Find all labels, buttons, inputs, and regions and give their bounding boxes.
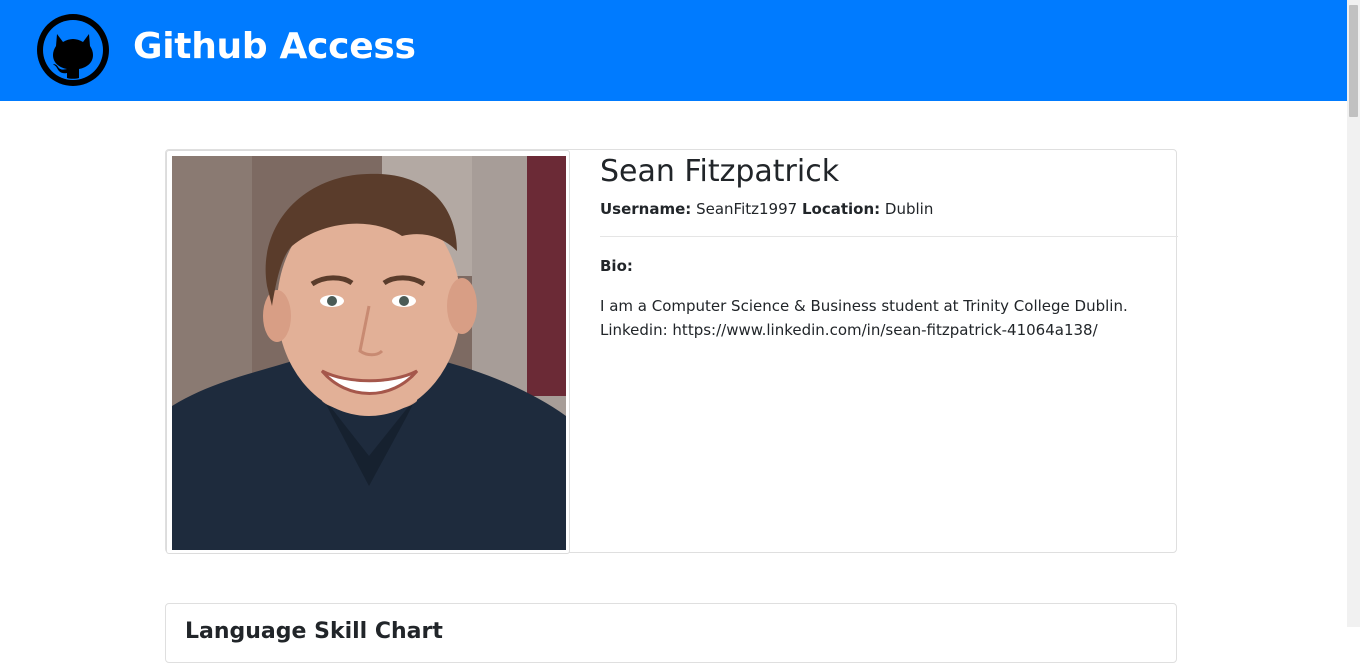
vertical-scrollbar[interactable] xyxy=(1347,0,1360,627)
top-navbar: Github Access xyxy=(0,0,1347,101)
username-value: SeanFitz1997 xyxy=(696,200,798,218)
avatar-frame xyxy=(166,150,570,554)
location-label: Location: xyxy=(801,200,881,218)
profile-name: Sean Fitzpatrick xyxy=(600,154,840,189)
divider xyxy=(600,236,1178,237)
skill-chart-card: Language Skill Chart xyxy=(165,603,1177,663)
profile-meta: Username: SeanFitz1997 Location: Dublin xyxy=(600,199,933,219)
bio-label: Bio: xyxy=(600,257,633,275)
github-octocat-icon[interactable] xyxy=(35,12,111,88)
location-value: Dublin xyxy=(884,200,934,218)
bio-text: I am a Computer Science & Business stude… xyxy=(600,297,1128,339)
profile-card: Sean Fitzpatrick Username: SeanFitz1997 … xyxy=(165,149,1178,554)
app-title: Github Access xyxy=(133,26,416,67)
scrollbar-thumb[interactable] xyxy=(1349,5,1358,117)
username-label: Username: xyxy=(600,200,692,218)
avatar xyxy=(172,156,566,550)
skill-chart-title: Language Skill Chart xyxy=(185,619,443,644)
